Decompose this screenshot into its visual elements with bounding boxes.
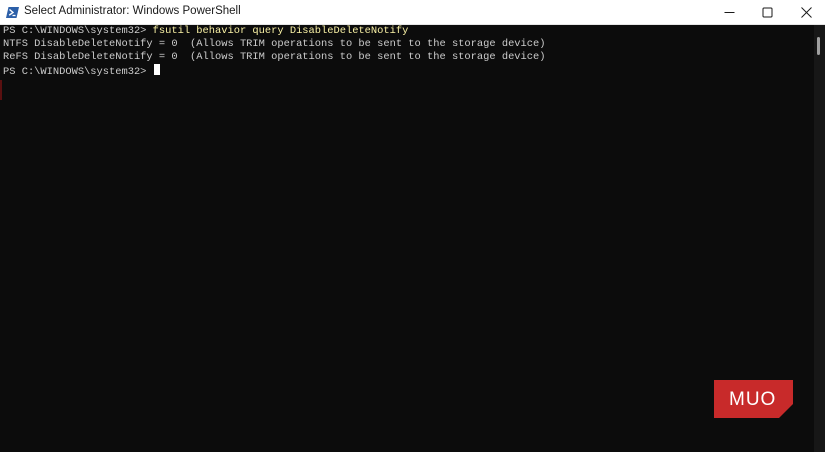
close-icon [800, 7, 812, 18]
maximize-icon [762, 7, 772, 18]
prompt: PS C:\WINDOWS\system32> [3, 66, 153, 78]
text-cursor [153, 64, 160, 75]
muo-logo-text: MUO [729, 389, 777, 410]
console-output[interactable]: PS C:\WINDOWS\system32> fsutil behavior … [0, 25, 814, 452]
title-bar[interactable]: Select Administrator: Windows PowerShell [0, 0, 825, 25]
powershell-window: Select Administrator: Windows PowerShell… [0, 0, 825, 452]
minimize-button[interactable] [710, 0, 748, 25]
command-line: PS C:\WINDOWS\system32> fsutil behavior … [3, 25, 814, 38]
close-button[interactable] [787, 0, 825, 25]
command-text: fsutil behavior query DisableDeleteNotif… [152, 25, 409, 37]
output-line-refs: ReFS DisableDeleteNotify = 0 (Allows TRI… [3, 51, 546, 63]
prompt-line[interactable]: PS C:\WINDOWS\system32> [3, 64, 814, 78]
prompt: PS C:\WINDOWS\system32> [3, 25, 153, 37]
vertical-scrollbar[interactable] [814, 25, 825, 452]
powershell-icon [6, 7, 19, 18]
maximize-button[interactable] [748, 0, 786, 25]
window-edge-accent [0, 80, 2, 100]
scrollbar-thumb[interactable] [817, 37, 820, 55]
minimize-icon [724, 12, 734, 13]
window-title: Select Administrator: Windows PowerShell [24, 5, 241, 17]
output-line-ntfs: NTFS DisableDeleteNotify = 0 (Allows TRI… [3, 38, 546, 50]
